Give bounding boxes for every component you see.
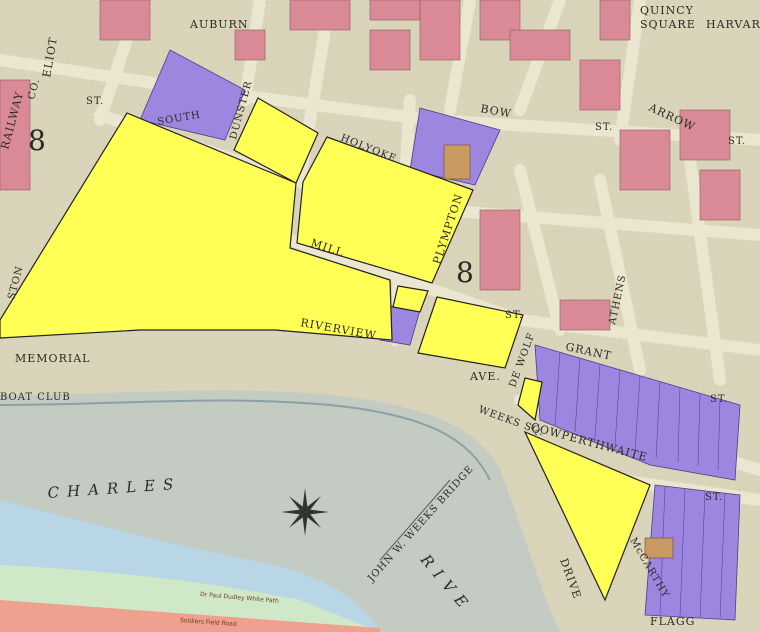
label-flagg: FLAGG xyxy=(650,615,695,628)
historic-atlas-map[interactable]: AUBURN ELIOT ST. QUINCY SQUARE HARVAR BO… xyxy=(0,0,760,632)
plate-number-left: 8 xyxy=(28,124,47,157)
label-harvard: HARVAR xyxy=(706,18,760,31)
label-boat-club: BOAT CLUB xyxy=(0,392,71,403)
label-st-cowper: ST. xyxy=(705,492,723,503)
map-canvas: AUBURN ELIOT ST. QUINCY SQUARE HARVAR BO… xyxy=(0,0,760,632)
label-st-left: ST. xyxy=(86,96,104,107)
label-ave: AVE. xyxy=(469,370,501,383)
label-square: SQUARE xyxy=(640,18,696,31)
label-st-arrow: ST. xyxy=(728,136,746,147)
label-st-grant: ST. xyxy=(710,394,728,405)
label-st-bow: ST. xyxy=(595,122,613,133)
label-auburn: AUBURN xyxy=(189,18,248,31)
label-quincy: QUINCY xyxy=(640,4,694,17)
label-memorial: MEMORIAL xyxy=(15,352,90,365)
label-st-mill: ST. xyxy=(505,310,523,321)
plate-number-mid: 8 xyxy=(456,256,475,289)
